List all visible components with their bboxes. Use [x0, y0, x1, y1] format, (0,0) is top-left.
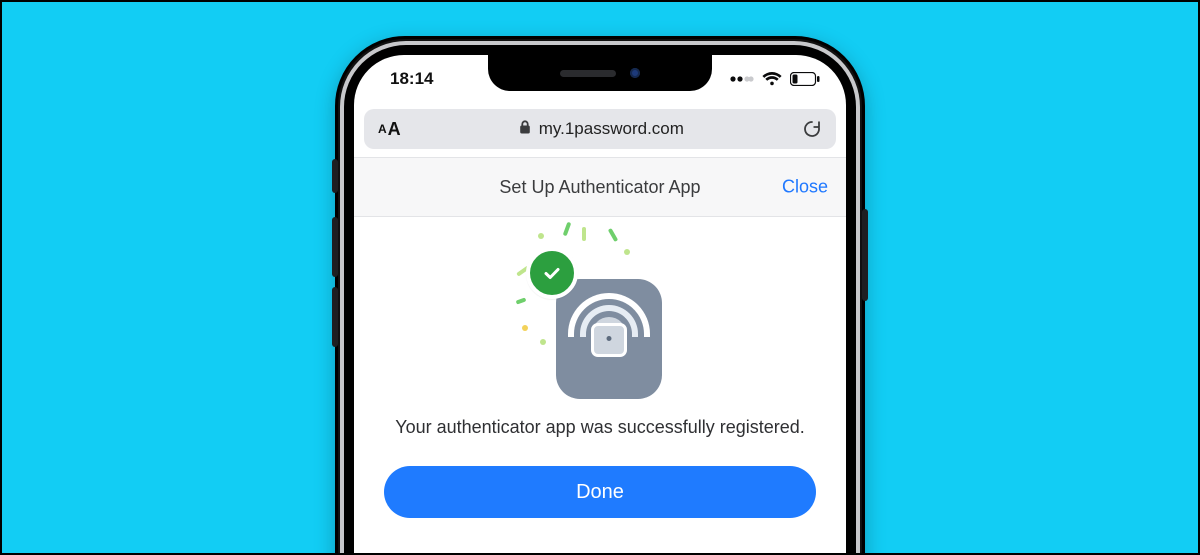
image-canvas: 18:14: [0, 0, 1200, 555]
volume-down-button: [332, 287, 338, 347]
confetti-line-icon: [516, 297, 527, 304]
confetti-line-icon: [563, 222, 572, 237]
confetti-dot-icon: [540, 339, 546, 345]
done-button[interactable]: Done: [384, 466, 816, 518]
cellular-dots-icon: [730, 73, 754, 85]
text-size-button[interactable]: AA: [378, 119, 401, 140]
lock-icon: [519, 120, 531, 139]
phone-frame: 18:14: [335, 36, 865, 555]
address-domain: my.1password.com: [539, 119, 684, 139]
modal-header: Set Up Authenticator App Close: [354, 157, 846, 217]
confetti-dot-icon: [522, 325, 528, 331]
refresh-button[interactable]: [802, 119, 822, 139]
phone-screen: 18:14: [354, 55, 846, 555]
confetti-line-icon: [608, 228, 618, 242]
notch: [488, 55, 712, 91]
speaker: [560, 70, 616, 77]
power-button: [862, 209, 868, 301]
confetti-dot-icon: [624, 249, 630, 255]
modal-title: Set Up Authenticator App: [499, 177, 700, 198]
status-time: 18:14: [390, 69, 433, 89]
mute-switch: [332, 159, 338, 193]
authenticator-tile-icon: [556, 279, 662, 399]
confetti-line-icon: [582, 227, 586, 241]
front-camera: [630, 68, 640, 78]
close-button[interactable]: Close: [782, 177, 828, 198]
volume-up-button: [332, 217, 338, 277]
battery-icon: [790, 72, 820, 86]
confetti-dot-icon: [538, 233, 544, 239]
status-indicators: [730, 72, 820, 86]
modal-content: Your authenticator app was successfully …: [354, 217, 846, 518]
wifi-icon: [762, 72, 782, 86]
authenticator-success-icon: [520, 239, 680, 399]
browser-toolbar: AA my.1password.com: [354, 103, 846, 157]
address-bar[interactable]: AA my.1password.com: [364, 109, 836, 149]
lock-icon: [591, 323, 627, 357]
success-message: Your authenticator app was successfully …: [382, 417, 818, 438]
checkmark-badge-icon: [526, 247, 578, 299]
